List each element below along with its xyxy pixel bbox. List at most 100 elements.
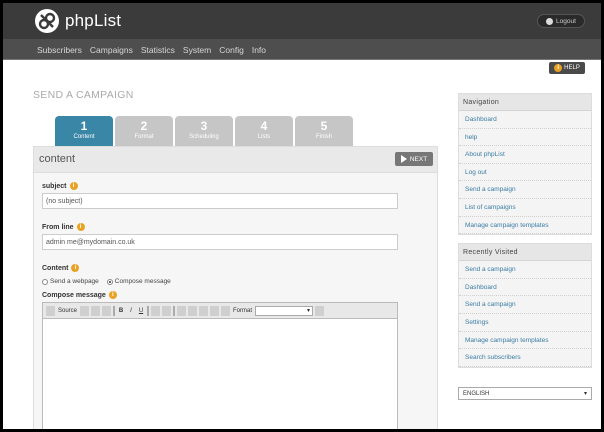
recent-link[interactable]: Search subscribers	[459, 349, 591, 367]
radio-button-icon	[42, 278, 48, 285]
recent-link[interactable]: Dashboard	[459, 279, 591, 297]
subject-label: subject i	[42, 182, 78, 190]
compose-message-label: Compose message i	[42, 291, 117, 299]
from-line-input[interactable]: admin me@mydomain.co.uk	[42, 234, 398, 250]
align-left-icon[interactable]	[177, 305, 187, 316]
tab-label: Finish	[315, 134, 332, 140]
format-dropdown[interactable]: ▾	[255, 305, 314, 316]
logout-button[interactable]: Logout	[537, 14, 585, 28]
tab-number: 5	[320, 119, 328, 133]
menu-item-subscribers[interactable]: Subscribers	[37, 45, 82, 55]
content-type-options: Send a webpage Compose message	[42, 278, 171, 285]
tab-format[interactable]: 2 Format	[115, 116, 173, 146]
recent-link[interactable]: Settings	[459, 314, 591, 332]
main-menu: Subscribers Campaigns Statistics System …	[3, 39, 601, 60]
paste-word-icon[interactable]	[102, 305, 112, 316]
nav-link-dashboard[interactable]: Dashboard	[459, 111, 591, 129]
content-label: Content i	[42, 264, 80, 272]
chevron-down-icon: ▾	[307, 308, 311, 314]
language-select[interactable]: ENGLISH ▾	[458, 387, 592, 400]
page-title: SEND A CAMPAIGN	[33, 89, 134, 101]
content-panel: content NEXT subject i (no subject) From…	[33, 146, 438, 429]
recently-visited-box: Recently Visited Send a campaign Dashboa…	[458, 243, 592, 368]
tab-lists[interactable]: 4 Lists	[235, 116, 293, 146]
paste-icon[interactable]	[80, 305, 90, 316]
help-button[interactable]: i HELP	[549, 62, 585, 74]
italic-button[interactable]: I	[127, 306, 135, 316]
subject-input[interactable]: (no subject)	[42, 193, 398, 209]
menu-item-system[interactable]: System	[183, 45, 211, 55]
message-editor: Source B I U Format ▾	[42, 302, 398, 429]
compose-message-radio[interactable]: Compose message	[106, 278, 171, 285]
menu-item-config[interactable]: Config	[219, 45, 244, 55]
nav-link-send-campaign[interactable]: Send a campaign	[459, 181, 591, 199]
recent-link[interactable]: Manage campaign templates	[459, 332, 591, 350]
toolbar-separator	[173, 305, 176, 316]
menu-item-campaigns[interactable]: Campaigns	[90, 45, 133, 55]
content-label-text: Content	[42, 264, 69, 272]
bullet-list-icon[interactable]	[162, 305, 172, 316]
play-arrow-icon	[400, 155, 407, 163]
nav-link-manage-templates[interactable]: Manage campaign templates	[459, 217, 591, 235]
logout-label: Logout	[556, 17, 576, 25]
nav-link-logout[interactable]: Log out	[459, 164, 591, 182]
source-button[interactable]: Source	[57, 306, 78, 316]
bold-button[interactable]: B	[117, 306, 125, 316]
panel-header: content NEXT	[34, 147, 437, 173]
app-window: phpList Logout Subscribers Campaigns Sta…	[3, 3, 601, 429]
chevron-down-icon: ▾	[583, 391, 587, 397]
tab-number: 4	[260, 119, 268, 133]
align-center-icon[interactable]	[188, 305, 198, 316]
sidebar: Navigation Dashboard help About phpList …	[458, 93, 592, 376]
tab-number: 1	[80, 119, 88, 133]
next-label: NEXT	[409, 155, 428, 163]
paste-text-icon[interactable]	[91, 305, 101, 316]
from-line-label-text: From line	[42, 223, 74, 231]
image-icon[interactable]	[221, 305, 231, 316]
nav-link-list-campaigns[interactable]: List of campaigns	[459, 199, 591, 217]
nav-link-help[interactable]: help	[459, 129, 591, 147]
info-icon[interactable]: i	[76, 223, 85, 231]
tab-finish[interactable]: 5 Finish	[295, 116, 353, 146]
nav-link-about[interactable]: About phpList	[459, 146, 591, 164]
tab-label: Format	[134, 134, 154, 140]
menu-item-info[interactable]: Info	[252, 45, 266, 55]
tab-number: 3	[200, 119, 208, 133]
radio-button-icon	[106, 278, 113, 285]
source-icon[interactable]	[46, 305, 55, 316]
underline-button[interactable]: U	[137, 306, 145, 316]
tab-label: Scheduling	[189, 134, 219, 140]
radio-label: Compose message	[114, 278, 171, 285]
align-right-icon[interactable]	[199, 305, 209, 316]
toolbar-separator	[113, 305, 116, 316]
campaign-steps: 1 Content 2 Format 3 Scheduling 4 Lists …	[55, 116, 355, 146]
logo[interactable]: phpList	[35, 9, 121, 33]
radio-label: Send a webpage	[50, 278, 99, 285]
tab-scheduling[interactable]: 3 Scheduling	[175, 116, 233, 146]
navigation-title: Navigation	[459, 94, 591, 111]
subject-label-text: subject	[42, 182, 67, 190]
next-button[interactable]: NEXT	[395, 152, 433, 166]
send-webpage-radio[interactable]: Send a webpage	[42, 278, 99, 285]
phplist-logo-icon	[35, 9, 59, 33]
help-question-icon[interactable]	[315, 305, 325, 316]
tab-number: 2	[140, 119, 148, 133]
info-icon: i	[554, 64, 563, 72]
panel-title: content	[39, 153, 76, 165]
info-icon[interactable]: i	[69, 182, 78, 190]
header-bar: phpList Logout	[3, 3, 601, 39]
tab-label: Content	[73, 134, 95, 140]
from-line-label: From line i	[42, 223, 85, 231]
info-icon[interactable]: i	[108, 291, 117, 299]
info-icon[interactable]: i	[71, 264, 80, 272]
justify-icon[interactable]	[210, 305, 220, 316]
recently-visited-title: Recently Visited	[459, 244, 591, 262]
tab-content[interactable]: 1 Content	[55, 116, 113, 146]
menu-item-statistics[interactable]: Statistics	[141, 45, 175, 55]
toolbar-separator	[147, 305, 150, 316]
recent-link[interactable]: Send a campaign	[459, 296, 591, 314]
numbered-list-icon[interactable]	[151, 305, 161, 316]
editor-toolbar: Source B I U Format ▾	[43, 303, 397, 319]
format-label: Format	[233, 307, 253, 314]
recent-link[interactable]: Send a campaign	[459, 261, 591, 279]
